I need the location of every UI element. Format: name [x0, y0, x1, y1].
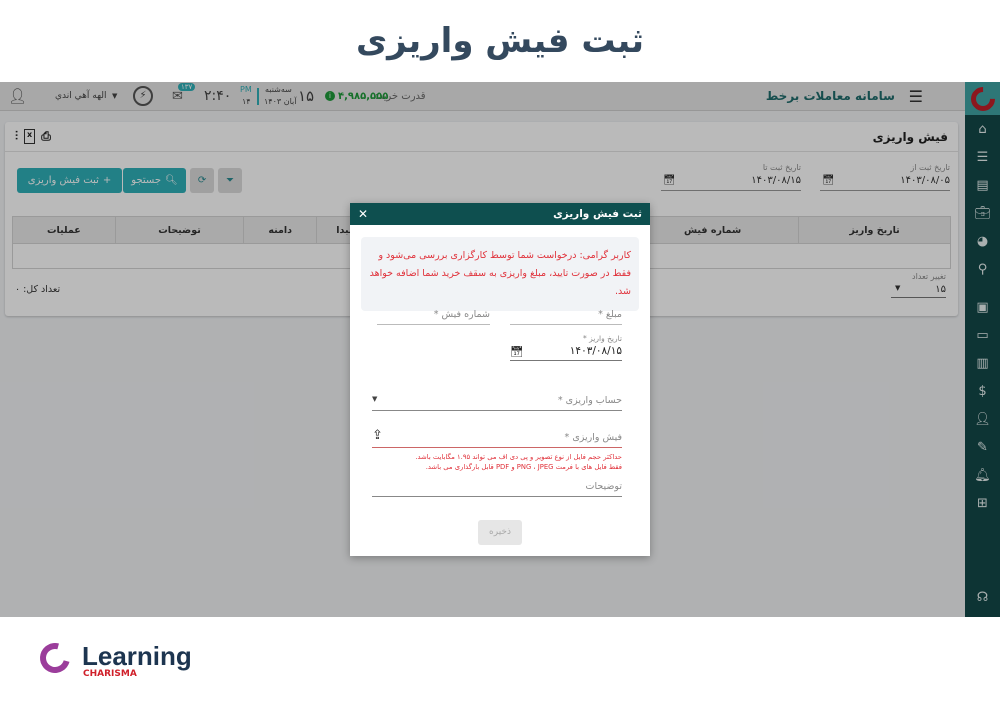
chevron-down-icon: ▼	[372, 395, 378, 403]
upload-icon[interactable]: ⇪	[372, 428, 383, 443]
account-select[interactable]: حساب واریزی * ▼	[372, 395, 622, 411]
receipt-file-input[interactable]: فیش واریزی * ⇪	[372, 428, 622, 448]
amount-input[interactable]: مبلغ *	[510, 309, 622, 325]
brand-sub: CHARISMA	[83, 669, 137, 679]
brand-name: Learning	[82, 641, 192, 671]
calendar-icon[interactable]: 📅︎	[510, 345, 523, 358]
info-alert: کاربر گرامی: درخواست شما توسط کارگزاری ب…	[361, 237, 639, 311]
save-button[interactable]: ذخیره	[478, 520, 522, 545]
dialog-title: ثبت فیش واریزی	[553, 208, 642, 220]
file-hint: حداکثر حجم فایل از نوع تصویر و پی دی اف …	[415, 453, 622, 471]
hero-banner: ثبت فیش واریزی	[0, 0, 1000, 82]
add-receipt-dialog: ثبت فیش واریزی ✕ کاربر گرامی: درخواست شما…	[350, 203, 650, 556]
receipt-number-input[interactable]: شماره فیش *	[377, 309, 490, 325]
close-icon[interactable]: ✕	[358, 207, 368, 221]
deposit-date-input[interactable]: تاریخ واریز * ۱۴۰۳/۰۸/۱۵ 📅︎	[510, 334, 622, 361]
brand-logo-icon	[34, 637, 76, 679]
footer: Learning CHARISMA	[0, 617, 1000, 708]
description-input[interactable]: توضیحات	[372, 481, 622, 497]
hero-title: ثبت فیش واریزی	[356, 21, 644, 61]
